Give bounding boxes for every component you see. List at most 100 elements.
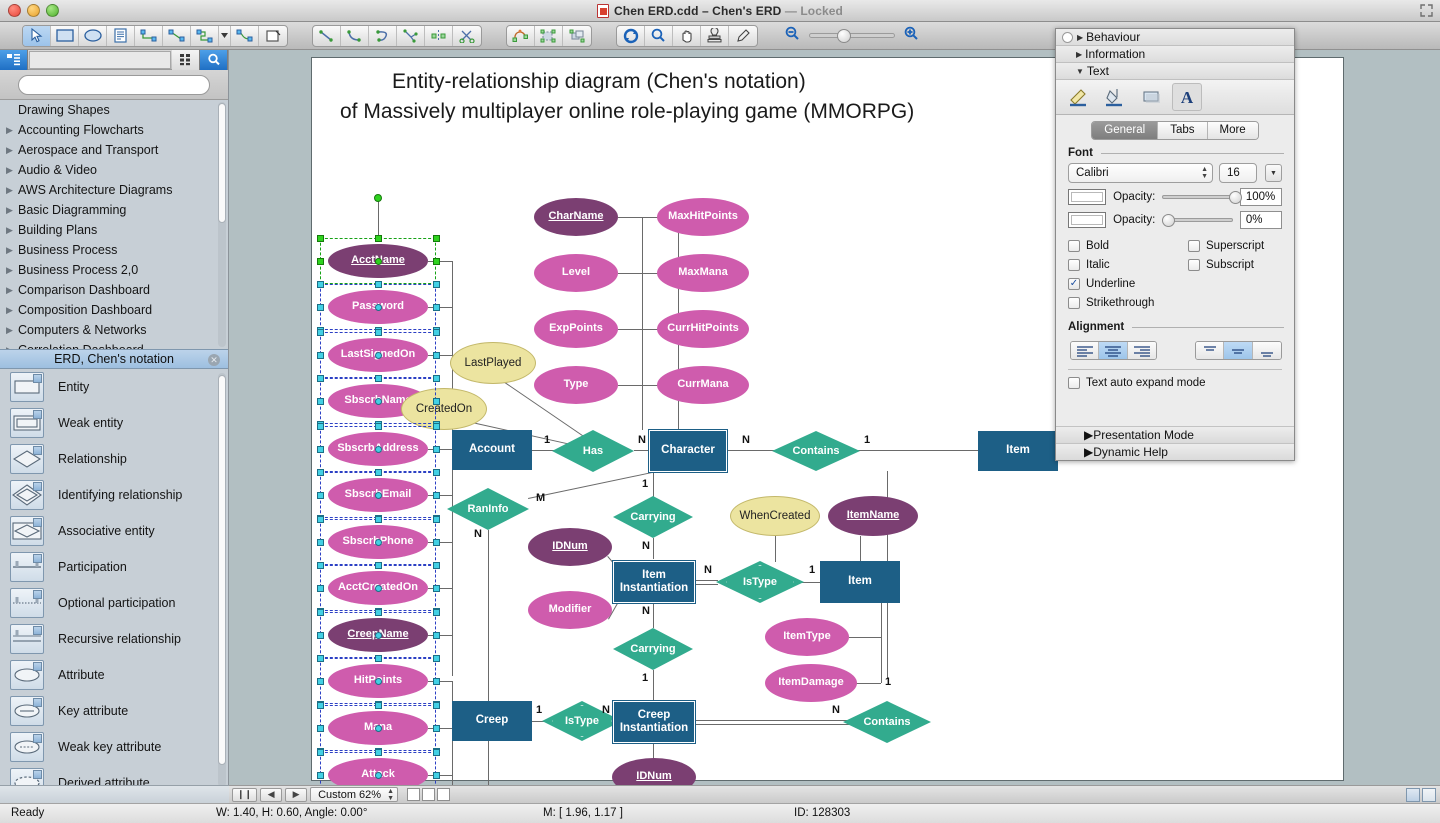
derived-attribute-whencreated[interactable]: WhenCreated: [730, 496, 820, 536]
library-item-key-attribute[interactable]: Key attribute: [0, 693, 228, 729]
resize-handle[interactable]: [375, 423, 382, 430]
resize-handle[interactable]: [317, 304, 324, 311]
ellipse-icon[interactable]: [79, 26, 107, 46]
shape-menu-corner-icon[interactable]: [33, 554, 42, 563]
double-diamond-shape-icon[interactable]: [10, 480, 44, 510]
checkbox-box[interactable]: [1068, 297, 1080, 309]
resize-handle[interactable]: [433, 632, 440, 639]
character-attribute-charname[interactable]: CharName: [534, 198, 618, 236]
shape-category-tree[interactable]: Drawing Shapes▶Accounting Flowcharts▶Aer…: [0, 100, 228, 349]
routed-connector-icon[interactable]: [191, 26, 219, 46]
rotate-shape-icon[interactable]: [507, 26, 535, 46]
resize-handle[interactable]: [433, 281, 440, 288]
checkbox-box[interactable]: [1068, 240, 1080, 252]
resize-handle[interactable]: [433, 235, 440, 242]
resize-handle[interactable]: [317, 562, 324, 569]
align-middle-icon[interactable]: [1224, 342, 1252, 359]
resize-handle[interactable]: [375, 235, 382, 242]
resize-handle[interactable]: [317, 772, 324, 779]
character-attribute-level[interactable]: Level: [534, 254, 618, 292]
shape-menu-corner-icon[interactable]: [33, 482, 42, 491]
sidebar-category-basic-diagramming[interactable]: ▶Basic Diagramming: [0, 200, 228, 220]
resize-handle[interactable]: [317, 375, 324, 382]
resize-handle[interactable]: [317, 398, 324, 405]
prop-section-information[interactable]: ▶ Information: [1056, 46, 1294, 63]
sidebar-category-building-plans[interactable]: ▶Building Plans: [0, 220, 228, 240]
resize-handle[interactable]: [433, 398, 440, 405]
shape-menu-corner-icon[interactable]: [33, 626, 42, 635]
tree-scrollbar-thumb[interactable]: [218, 103, 226, 223]
view-mode-2[interactable]: [422, 788, 435, 801]
resize-handle[interactable]: [433, 469, 440, 476]
diamond-shape-icon[interactable]: [10, 444, 44, 474]
curve-icon[interactable]: [369, 26, 397, 46]
entity-item[interactable]: Item: [820, 561, 900, 603]
double-rect-shape-icon[interactable]: [10, 408, 44, 438]
resize-handle[interactable]: [433, 539, 440, 546]
resize-handle[interactable]: [317, 632, 324, 639]
pointer-icon[interactable]: [23, 26, 51, 46]
sidebar-category-drawing-shapes[interactable]: Drawing Shapes: [0, 100, 228, 120]
zoom-in-icon[interactable]: [903, 26, 920, 46]
resize-handle[interactable]: [317, 446, 324, 453]
checkbox-superscript[interactable]: Superscript: [1188, 237, 1282, 255]
rotate-handle[interactable]: [375, 258, 382, 265]
resize-handle[interactable]: [317, 469, 324, 476]
line-recursive-shape-icon[interactable]: [10, 624, 44, 654]
resize-handle[interactable]: [375, 375, 382, 382]
bezier-icon[interactable]: [397, 26, 425, 46]
pause-icon[interactable]: ❙❙: [232, 788, 257, 802]
library-item-weak-key-attribute[interactable]: Weak key attribute: [0, 729, 228, 765]
creep-attribute-idnum[interactable]: IDNum: [612, 758, 696, 785]
shape-menu-corner-icon[interactable]: [33, 770, 42, 779]
resize-handle[interactable]: [375, 749, 382, 756]
character-attribute-type[interactable]: Type: [534, 366, 618, 404]
rotate-handle[interactable]: [375, 446, 382, 453]
text-icon[interactable]: [107, 26, 135, 46]
entity-account[interactable]: Account: [452, 430, 532, 470]
align-left-icon[interactable]: [1071, 342, 1099, 359]
shape-menu-corner-icon[interactable]: [33, 734, 42, 743]
relationship-contains-creep[interactable]: Contains: [843, 701, 931, 743]
mirror-icon[interactable]: [425, 26, 453, 46]
resize-handle[interactable]: [433, 772, 440, 779]
resize-handle[interactable]: [433, 655, 440, 662]
checkbox-box[interactable]: [1068, 259, 1080, 271]
character-attribute-maxhitpoints[interactable]: MaxHitPoints: [657, 198, 749, 236]
tree-view-icon[interactable]: [0, 50, 28, 70]
rotate-handle[interactable]: [375, 539, 382, 546]
relationship-istype-creep[interactable]: IsType: [542, 701, 622, 741]
zoom-slider[interactable]: [809, 33, 895, 38]
library-scrollbar-thumb[interactable]: [218, 375, 226, 765]
sidebar-category-business-process[interactable]: ▶Business Process: [0, 240, 228, 260]
text-fill-color-swatch[interactable]: [1068, 189, 1106, 205]
entity-creep[interactable]: Creep: [452, 701, 532, 741]
minimize-window-button[interactable]: [27, 4, 40, 17]
straight-connector-icon[interactable]: [163, 26, 191, 46]
zoom-slider-knob[interactable]: [837, 29, 851, 43]
sidebar-header-field[interactable]: [29, 51, 171, 69]
resize-handle[interactable]: [317, 281, 324, 288]
resize-handle[interactable]: [375, 562, 382, 569]
smart-connector-icon[interactable]: [231, 26, 259, 46]
fill-opacity-slider[interactable]: [1162, 195, 1233, 199]
stroke-opacity-value[interactable]: 0%: [1240, 211, 1282, 229]
sidebar-category-computers-networks[interactable]: ▶Computers & Networks: [0, 320, 228, 340]
resize-handle[interactable]: [375, 469, 382, 476]
align-bottom-icon[interactable]: [1253, 342, 1281, 359]
shape-menu-corner-icon[interactable]: [33, 662, 42, 671]
erase-connector-icon[interactable]: [259, 26, 287, 46]
stroke-opacity-slider[interactable]: [1162, 218, 1233, 222]
item-attribute-itemtype[interactable]: ItemType: [765, 618, 849, 656]
text-format-icon[interactable]: A: [1172, 83, 1202, 111]
character-attribute-currmana[interactable]: CurrMana: [657, 366, 749, 404]
library-item-recursive-relationship[interactable]: Recursive relationship: [0, 621, 228, 657]
group-icon[interactable]: [535, 26, 563, 46]
window-controls[interactable]: [8, 4, 59, 17]
library-item-relationship[interactable]: Relationship: [0, 441, 228, 477]
fit-page-icon[interactable]: [1406, 788, 1420, 802]
fill-bucket-icon[interactable]: [1100, 83, 1130, 111]
shape-menu-corner-icon[interactable]: [33, 374, 42, 383]
resize-handle[interactable]: [375, 516, 382, 523]
stepper-icon[interactable]: ▲▼: [387, 788, 394, 802]
